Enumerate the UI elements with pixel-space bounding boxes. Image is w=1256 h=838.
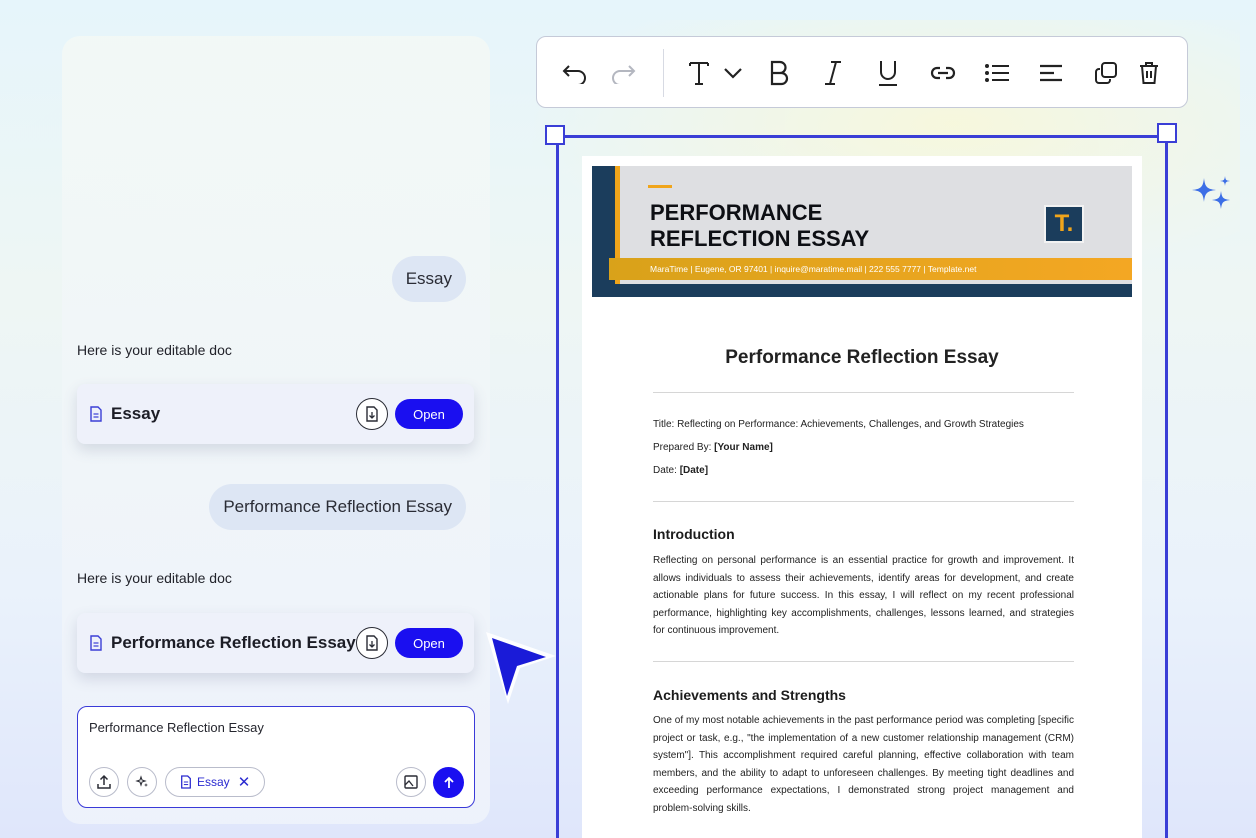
text-style-icon <box>689 62 709 85</box>
download-button[interactable] <box>356 398 388 430</box>
file-icon <box>181 775 191 789</box>
list-button[interactable] <box>981 57 1013 89</box>
meta-date: Date: [Date] <box>653 465 708 476</box>
file-icon <box>90 635 102 651</box>
meta-label: Prepared By: <box>653 442 712 453</box>
redo-icon <box>612 65 636 84</box>
doc-card-title: Essay <box>111 404 161 423</box>
template-icon <box>404 775 418 789</box>
italic-icon <box>825 61 841 85</box>
assistant-message: Here is your editable doc <box>77 342 232 358</box>
sparkle-icon <box>135 775 148 787</box>
doc-card-title: Performance Reflection Essay <box>111 633 356 652</box>
banner-accent <box>648 185 672 188</box>
upload-icon <box>97 774 111 789</box>
message-composer[interactable]: Performance Reflection Essay Essay ✕ <box>77 706 475 808</box>
divider <box>653 392 1074 393</box>
upload-button[interactable] <box>89 767 119 797</box>
link-button[interactable] <box>927 57 959 89</box>
duplicate-icon <box>1095 62 1117 84</box>
download-button[interactable] <box>356 627 388 659</box>
doc-card[interactable]: Essay Open <box>77 384 474 444</box>
chat-panel: Essay Here is your editable doc Essay Op… <box>62 36 490 824</box>
company-logo: T. <box>1044 205 1084 243</box>
composer-input[interactable]: Performance Reflection Essay <box>89 720 264 735</box>
ai-sparkle-icon <box>1192 176 1230 209</box>
pointer-cursor-icon <box>486 632 556 704</box>
arrow-up-icon <box>443 776 454 788</box>
section-title: Achievements and Strengths <box>653 687 846 703</box>
doc-card[interactable]: Performance Reflection Essay Open <box>77 613 474 673</box>
undo-icon <box>562 65 586 84</box>
user-message-bubble: Essay <box>391 256 466 302</box>
resize-handle-top-left[interactable] <box>545 125 565 145</box>
delete-icon <box>1140 62 1158 84</box>
text-style-button[interactable] <box>683 57 715 89</box>
delete-button[interactable] <box>1133 57 1165 89</box>
text-style-dropdown[interactable] <box>717 57 749 89</box>
format-toolbar <box>536 36 1188 108</box>
document-banner: PERFORMANCE REFLECTION ESSAY T. MaraTime… <box>592 166 1132 297</box>
assistant-message: Here is your editable doc <box>77 570 232 586</box>
banner-title: PERFORMANCE REFLECTION ESSAY <box>650 200 870 251</box>
banner-stripe <box>592 284 1132 297</box>
open-button[interactable]: Open <box>395 399 463 429</box>
chevron-down-icon <box>724 68 742 79</box>
align-left-icon <box>1040 64 1062 82</box>
section-title: Introduction <box>653 526 735 542</box>
align-button[interactable] <box>1035 57 1067 89</box>
meta-title: Title: Reflecting on Performance: Achiev… <box>653 419 1024 430</box>
underline-button[interactable] <box>872 57 904 89</box>
chip-label: Essay <box>197 775 230 789</box>
download-icon <box>366 406 378 422</box>
resize-handle-top-right[interactable] <box>1157 123 1177 143</box>
download-icon <box>366 635 378 651</box>
banner-contact-info: MaraTime | Eugene, OR 97401 | inquire@ma… <box>609 258 1132 280</box>
document-page[interactable]: PERFORMANCE REFLECTION ESSAY T. MaraTime… <box>582 156 1142 838</box>
meta-prepared-by: Prepared By: [Your Name] <box>653 442 773 453</box>
meta-value: [Your Name] <box>714 442 773 453</box>
link-icon <box>930 66 956 80</box>
file-icon <box>90 406 102 422</box>
undo-button[interactable] <box>559 57 591 89</box>
italic-button[interactable] <box>817 57 849 89</box>
user-message-bubble: Performance Reflection Essay <box>209 484 466 530</box>
meta-value: [Date] <box>679 465 709 476</box>
divider <box>653 661 1074 662</box>
duplicate-button[interactable] <box>1090 57 1122 89</box>
close-icon[interactable]: ✕ <box>238 773 251 791</box>
section-body: One of my most notable achievements in t… <box>653 715 1074 814</box>
send-button[interactable] <box>433 767 464 798</box>
bold-icon <box>770 60 789 86</box>
toolbar-divider <box>663 49 664 97</box>
redo-button[interactable] <box>607 57 639 89</box>
section-body: Reflecting on personal performance is an… <box>653 555 1074 637</box>
divider <box>653 501 1074 502</box>
meta-label: Date: <box>653 465 677 476</box>
document-heading: Performance Reflection Essay <box>725 347 999 368</box>
open-button[interactable]: Open <box>395 628 463 658</box>
bold-button[interactable] <box>763 57 795 89</box>
underline-icon <box>879 61 897 86</box>
magic-button[interactable] <box>127 767 157 797</box>
attachment-chip[interactable]: Essay ✕ <box>165 767 265 797</box>
template-button[interactable] <box>396 767 426 797</box>
list-icon <box>985 64 1009 82</box>
